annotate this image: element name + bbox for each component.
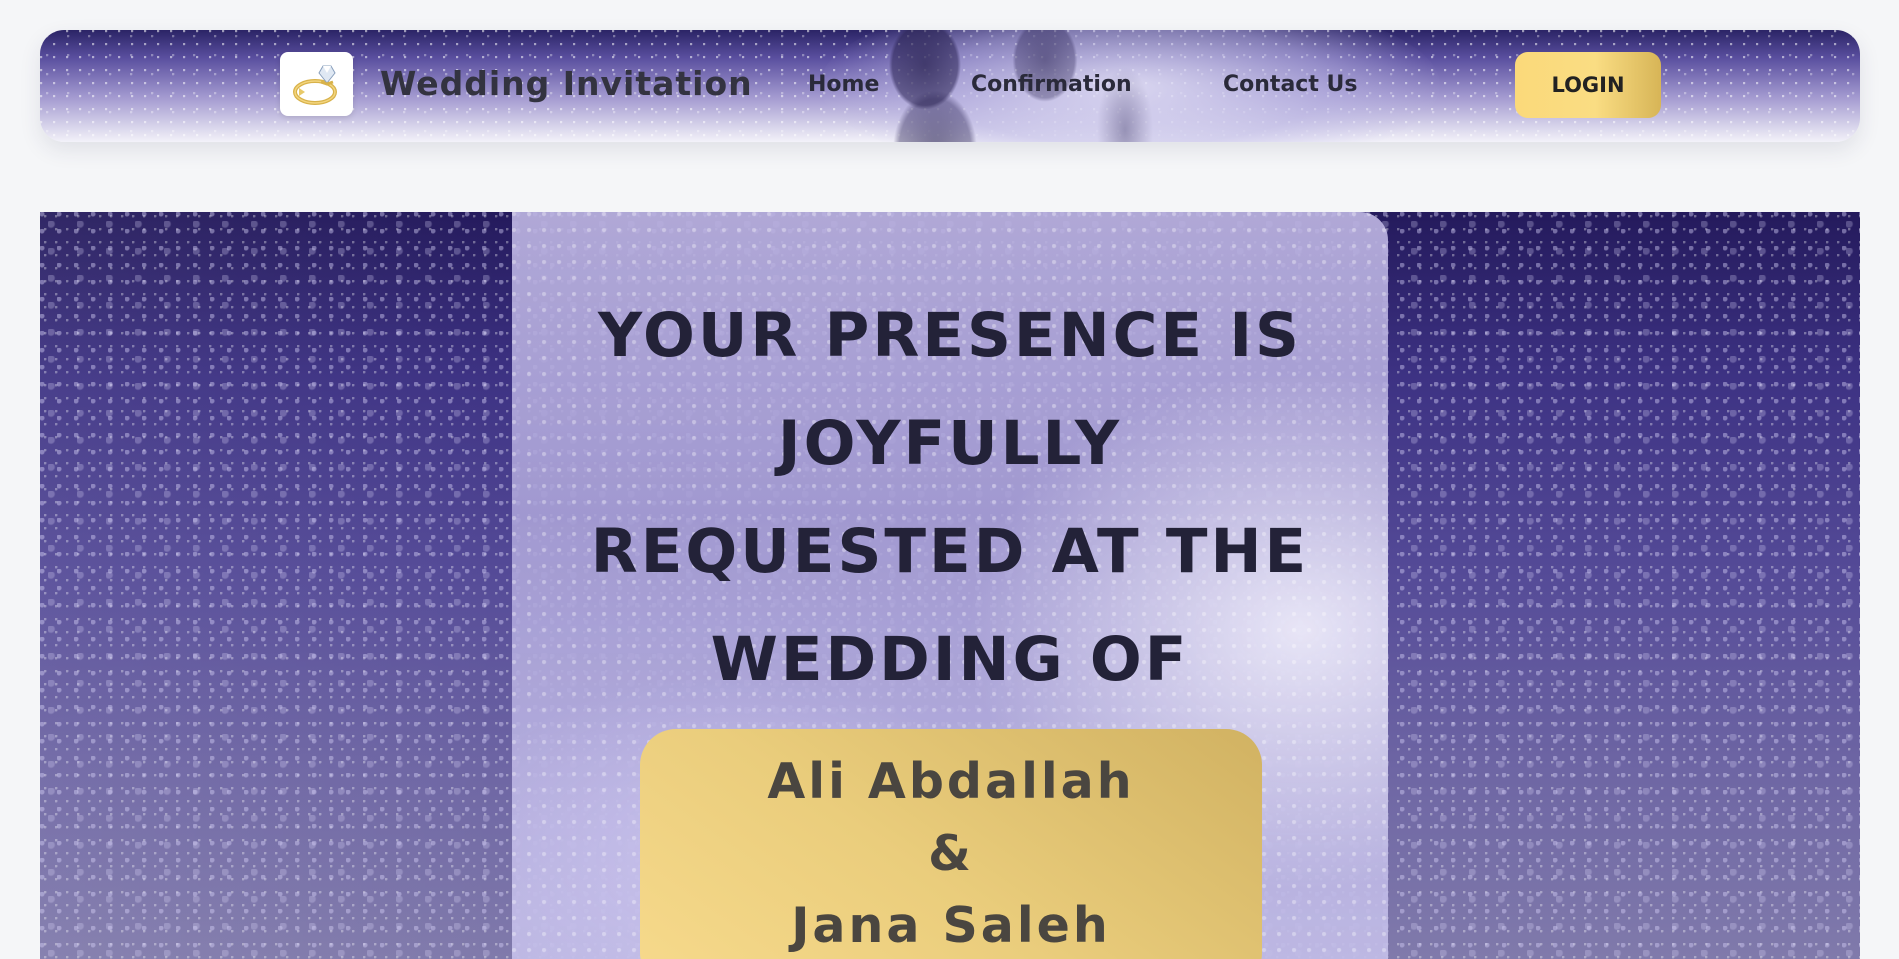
bride-name: Jana Saleh [791, 897, 1111, 954]
top-navbar: Wedding Invitation Home Confirmation Con… [40, 30, 1860, 142]
site-title: Wedding Invitation [380, 64, 753, 103]
couple-names-card: Ali Abdallah & Jana Saleh [640, 729, 1262, 959]
nav-confirmation[interactable]: Confirmation [971, 72, 1132, 97]
groom-name: Ali Abdallah [767, 753, 1135, 810]
nav-home[interactable]: Home [808, 72, 879, 97]
hero-section: YOUR PRESENCE IS JOYFULLY REQUESTED AT T… [40, 212, 1860, 959]
ring-icon [292, 65, 337, 105]
login-button[interactable]: LOGIN [1515, 52, 1661, 118]
hero-shade [40, 212, 510, 959]
headline-line-3: REQUESTED AT THE [590, 516, 1310, 587]
logo-link[interactable] [280, 52, 353, 116]
invitation-panel: YOUR PRESENCE IS JOYFULLY REQUESTED AT T… [512, 212, 1388, 959]
headline-line-4: WEDDING OF [710, 624, 1190, 695]
ampersand: & [928, 825, 974, 882]
headline-line-2: JOYFULLY [777, 408, 1123, 479]
headline-line-1: YOUR PRESENCE IS [598, 300, 1302, 371]
nav-contact-us[interactable]: Contact Us [1223, 72, 1357, 97]
invitation-headline: YOUR PRESENCE IS JOYFULLY REQUESTED AT T… [512, 282, 1388, 714]
